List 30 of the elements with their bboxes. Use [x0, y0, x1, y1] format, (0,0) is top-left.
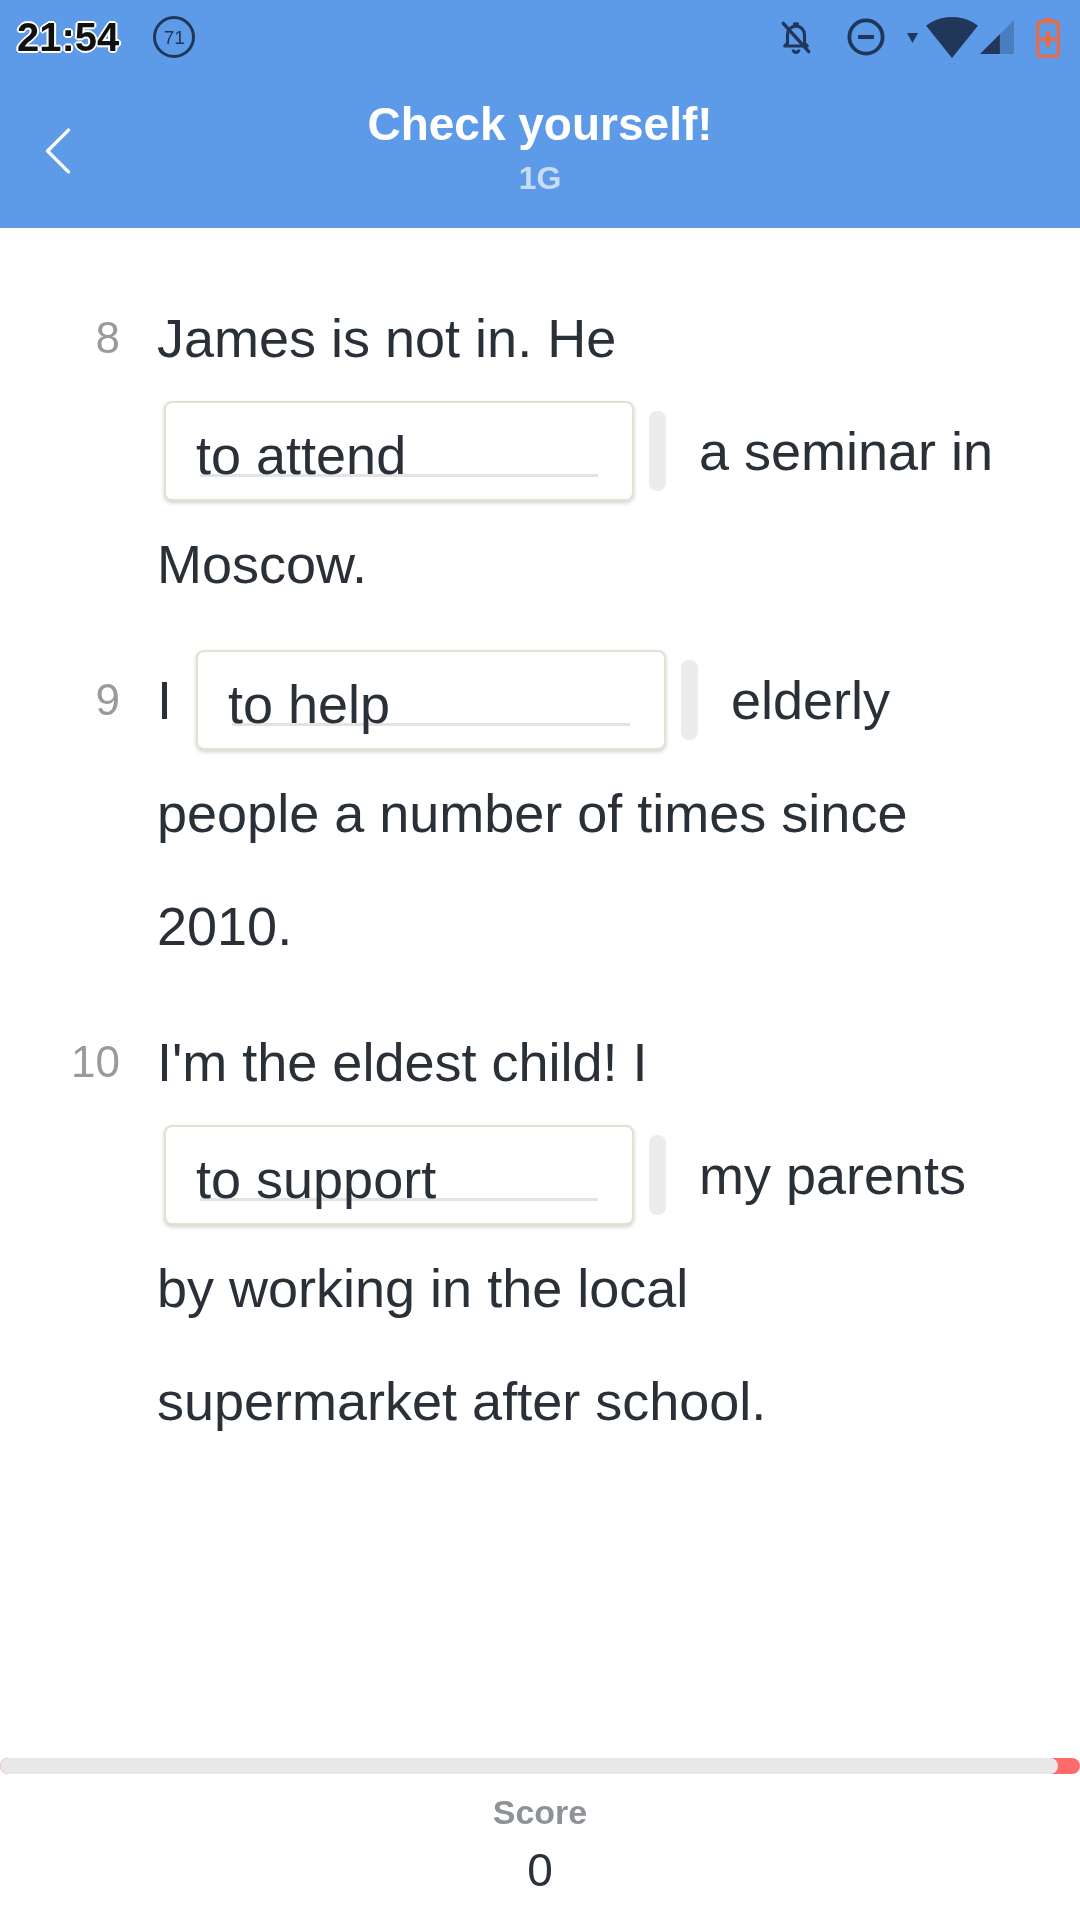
sentence-text: supermarket after school.	[157, 1369, 767, 1433]
question-number: 10	[70, 1036, 120, 1088]
wifi-icon	[926, 16, 978, 58]
screen-title: Check yourself!	[367, 97, 713, 152]
sentence-text: by working in the local	[157, 1256, 689, 1320]
screen-subtitle: 1G	[518, 159, 562, 198]
answer-field[interactable]: to support	[164, 1124, 634, 1225]
answer-field[interactable]: to help	[196, 649, 666, 750]
answer-field[interactable]: to attend	[164, 400, 634, 501]
signal-icon	[980, 20, 1014, 54]
sentence-text: elderly	[731, 668, 891, 732]
triangle-icon	[907, 31, 918, 43]
count-badge: 71	[153, 16, 196, 58]
sentence-text: I'm the eldest child! I	[157, 1030, 648, 1094]
sentence-text: 2010.	[157, 894, 293, 958]
score-label: Score	[492, 1792, 588, 1832]
sentence-text: Moscow.	[157, 532, 368, 596]
chevron-left-icon	[45, 128, 71, 174]
battery-icon	[1036, 16, 1060, 58]
sentence-text: people a number of times since	[157, 781, 908, 845]
question-number: 9	[94, 674, 120, 726]
sentence-text: my parents	[699, 1143, 967, 1207]
back-button[interactable]	[45, 128, 71, 174]
sentence-text: James is not in. He	[157, 306, 617, 370]
sentence-text: a seminar in	[699, 419, 994, 483]
sentence-text: I	[157, 668, 172, 732]
question-number: 8	[94, 312, 120, 364]
score-value: 0	[527, 1844, 553, 1896]
status-time: 21:54	[17, 15, 120, 59]
do-not-disturb-icon	[847, 18, 885, 56]
